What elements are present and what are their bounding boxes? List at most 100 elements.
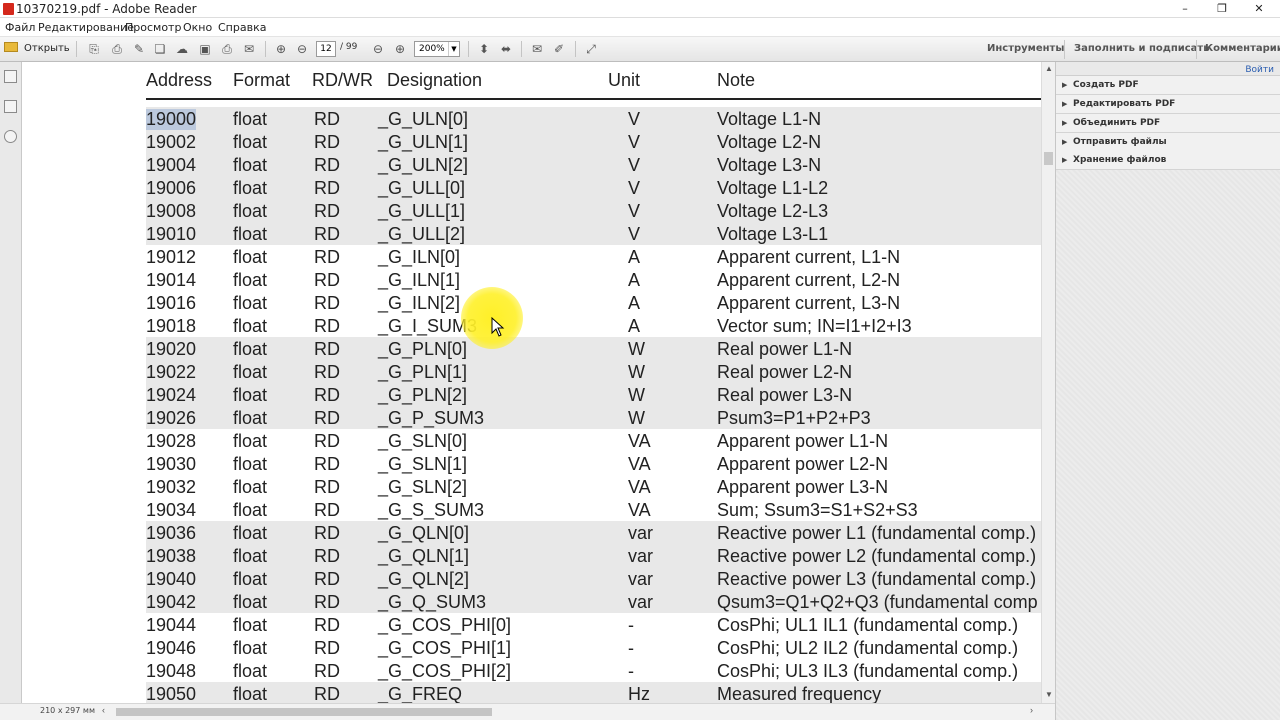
combine-icon[interactable]: ❏ — [152, 41, 168, 57]
panel-item-label: Объединить PDF — [1073, 118, 1161, 128]
comments-link[interactable]: Комментарии — [1205, 43, 1280, 54]
cell-format: float — [233, 293, 268, 313]
table-row: 19012 float RD _G_ILN[0] A Apparent current, … — [146, 245, 1041, 268]
panel-item-combine-pdf[interactable]: ▶ Объединить PDF — [1056, 114, 1280, 133]
create-pdf-icon[interactable]: ⎘ — [86, 41, 102, 57]
menu-help[interactable]: Справка — [218, 21, 266, 34]
cell-note: Sum; Ssum3=S1+S2+S3 — [717, 500, 918, 520]
cell-rdwr: RD — [314, 592, 340, 612]
upload-icon[interactable]: ☁ — [174, 41, 190, 57]
cell-designation: _G_PLN[1] — [378, 362, 468, 382]
page-total: / 99 — [340, 42, 358, 52]
cell-format: float — [233, 569, 268, 589]
table-row: 19036 float RD _G_QLN[0] var Reactive power L… — [146, 521, 1041, 544]
toolbar-separator — [265, 41, 266, 57]
expand-arrow-icon: ▶ — [1062, 157, 1068, 164]
cell-address: 19044 — [146, 615, 197, 635]
cell-unit: var — [628, 569, 654, 589]
scroll-thumb[interactable] — [116, 708, 492, 716]
cell-note: Reactive power L3 (fundamental comp.) — [717, 569, 1037, 589]
table-row: 19024 float RD _G_PLN[2] W Real power L3-N — [146, 383, 1041, 406]
cell-format: float — [233, 385, 268, 405]
menu-window[interactable]: Окно — [183, 21, 212, 34]
print-icon[interactable]: ⎙ — [219, 41, 235, 57]
close-button[interactable]: ✕ — [1242, 0, 1276, 18]
cell-designation: _G_ULL[1] — [378, 201, 466, 221]
page-thumbnails-icon[interactable] — [4, 70, 17, 83]
table-row: 19010 float RD _G_ULL[2] V Voltage L3-L1 — [146, 222, 1041, 245]
scroll-right-icon[interactable]: › — [1030, 705, 1033, 715]
document-view[interactable]: Address Format RD/WR Designation Unit No… — [23, 62, 1041, 703]
panel-item-create-pdf[interactable]: ▶ Создать PDF — [1056, 76, 1280, 95]
minimize-button[interactable]: – — [1168, 0, 1202, 18]
cell-format: float — [233, 684, 268, 703]
menu-edit[interactable]: Редактирование — [38, 21, 134, 34]
scroll-left-icon[interactable]: ‹ — [102, 705, 105, 715]
sign-icon[interactable]: ✎ — [131, 41, 147, 57]
menu-view[interactable]: Просмотр — [125, 21, 181, 34]
scroll-up-icon[interactable]: ▲ — [1042, 62, 1056, 76]
cell-designation: _G_PLN[0] — [378, 339, 468, 359]
comment-icon[interactable]: ✉ — [529, 41, 545, 57]
panel-item-edit-pdf[interactable]: ▶ Редактировать PDF — [1056, 95, 1280, 114]
zoom-select[interactable]: 200% ▼ — [414, 41, 460, 57]
cell-address: 19050 — [146, 684, 197, 703]
cell-address: 19036 — [146, 523, 197, 543]
cell-format: float — [233, 270, 268, 290]
title-bar: 10370219.pdf - Adobe Reader – ❐ ✕ — [0, 0, 1280, 18]
edit-pdf-icon[interactable]: ⎙ — [109, 41, 125, 57]
cell-unit: V — [628, 178, 641, 198]
table-row: 19048 float RD _G_COS_PHI[2] - CosPhi; UL3 IL… — [146, 659, 1041, 682]
next-page-icon[interactable]: ⊖ — [294, 41, 310, 57]
cell-rdwr: RD — [314, 224, 340, 244]
cell-format: float — [233, 201, 268, 221]
cell-rdwr: RD — [314, 615, 340, 635]
fit-page-icon[interactable]: ⬍ — [476, 41, 492, 57]
save-icon[interactable]: ▣ — [197, 41, 213, 57]
scroll-thumb[interactable] — [1044, 152, 1053, 165]
menu-file[interactable]: Файл — [5, 21, 35, 34]
cell-rdwr: RD — [314, 638, 340, 658]
cell-address: 19034 — [146, 500, 197, 520]
cell-format: float — [233, 247, 268, 267]
cell-designation: _G_Q_SUM3 — [378, 592, 487, 612]
cell-address: 19024 — [146, 385, 197, 405]
toolbar: Открыть ⎘ ⎙ ✎ ❏ ☁ ▣ ⎙ ✉ ⊕ ⊖ 12 / 99 ⊖ ⊕ … — [0, 37, 1280, 62]
cell-designation: _G_FREQ — [378, 684, 463, 703]
cell-unit: - — [628, 638, 634, 658]
bookmarks-icon[interactable] — [4, 100, 17, 113]
attachments-icon[interactable] — [4, 130, 17, 143]
highlight-icon[interactable]: ✐ — [551, 41, 567, 57]
cell-designation: _G_ILN[0] — [378, 247, 461, 267]
table-row: 19000 float RD _G_ULN[0] V Voltage L1-N — [146, 107, 1041, 130]
fit-width-icon[interactable]: ⬌ — [498, 41, 514, 57]
fill-sign-link[interactable]: Заполнить и подписать — [1074, 43, 1210, 54]
cell-designation: _G_PLN[2] — [378, 385, 468, 405]
cell-note: Reactive power L2 (fundamental comp.) — [717, 546, 1037, 566]
zoom-in-icon[interactable]: ⊕ — [392, 41, 408, 57]
panel-item-send-files[interactable]: ▶ Отправить файлы — [1056, 133, 1280, 152]
vertical-scrollbar[interactable]: ▲ ▼ — [1041, 62, 1055, 703]
cell-designation: _G_QLN[2] — [378, 569, 470, 589]
tools-link[interactable]: Инструменты — [987, 43, 1064, 54]
email-icon[interactable]: ✉ — [241, 41, 257, 57]
zoom-out-icon[interactable]: ⊖ — [370, 41, 386, 57]
sign-in-link[interactable]: Войти — [1245, 65, 1274, 75]
cell-designation: _G_QLN[0] — [378, 523, 470, 543]
prev-page-icon[interactable]: ⊕ — [273, 41, 289, 57]
restore-button[interactable]: ❐ — [1205, 0, 1239, 18]
cell-unit: A — [628, 247, 641, 267]
page-number-input[interactable]: 12 — [316, 41, 336, 57]
table-row: 19040 float RD _G_QLN[2] var Reactive power L… — [146, 567, 1041, 590]
expand-icon[interactable]: ⤢ — [583, 41, 599, 57]
open-button[interactable]: Открыть — [4, 41, 70, 57]
scroll-down-icon[interactable]: ▼ — [1042, 688, 1056, 702]
panel-item-label: Отправить файлы — [1073, 137, 1167, 147]
expand-arrow-icon: ▶ — [1062, 82, 1068, 89]
cell-format: float — [233, 224, 268, 244]
table-row: 19034 float RD _G_S_SUM3 VA Sum; Ssum3=S1+S2+… — [146, 498, 1041, 521]
cell-address: 19006 — [146, 178, 197, 198]
cell-designation: _G_ULN[1] — [378, 132, 469, 152]
panel-item-store-files[interactable]: ▶ Хранение файлов — [1056, 151, 1280, 170]
horizontal-scrollbar[interactable]: ‹ › — [98, 705, 1042, 718]
